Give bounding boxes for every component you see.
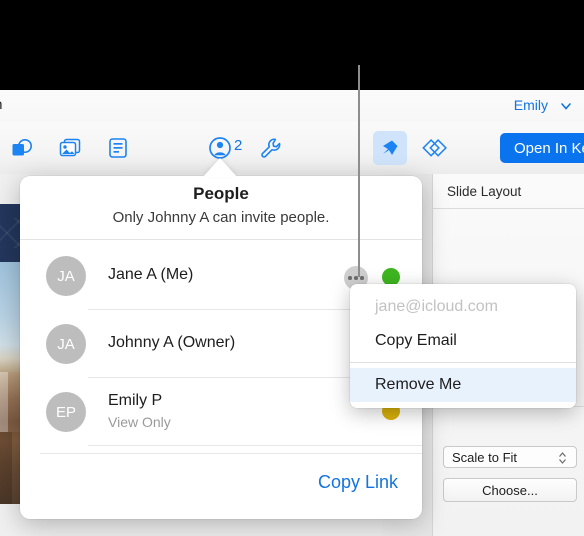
- footer-divider: [40, 453, 422, 454]
- animate-icon[interactable]: [420, 131, 454, 165]
- popover-arrow: [203, 158, 237, 177]
- context-menu-email-label: jane@icloud.com: [375, 298, 498, 315]
- popover-subtitle: Only Johnny A can invite people.: [112, 209, 330, 226]
- chevron-down-icon[interactable]: [560, 100, 572, 112]
- person-role: View Only: [108, 414, 171, 430]
- open-in-keynote-button[interactable]: Open In Keynote: [500, 133, 584, 163]
- context-menu-copy-email[interactable]: Copy Email: [350, 324, 576, 358]
- popover-header: People Only Johnny A can invite people.: [20, 176, 422, 240]
- popover-title: People: [193, 184, 249, 203]
- avatar: JA: [46, 324, 86, 364]
- shape-icon[interactable]: [6, 131, 40, 165]
- copy-link-button[interactable]: Copy Link: [318, 472, 398, 493]
- person-name: Emily P: [108, 392, 163, 409]
- person-name: Johnny A (Owner): [108, 334, 236, 351]
- context-menu-divider: [350, 362, 576, 363]
- dot: [348, 276, 352, 280]
- window-title-bar: ation Emily: [0, 90, 584, 122]
- dot: [360, 276, 364, 280]
- settings-wrench-icon[interactable]: [254, 131, 288, 165]
- context-menu: jane@icloud.com Copy Email Remove Me: [350, 284, 576, 408]
- avatar: JA: [46, 256, 86, 296]
- pointer-annotation-line: [358, 65, 360, 277]
- scale-to-fit-select[interactable]: Scale to Fit: [443, 446, 577, 468]
- row-divider: [88, 445, 422, 446]
- collaborator-count: 2: [234, 137, 243, 154]
- avatar: EP: [46, 392, 86, 432]
- account-name[interactable]: Emily: [514, 97, 548, 113]
- chevron-updown-icon: [558, 450, 572, 464]
- choose-button[interactable]: Choose...: [443, 478, 577, 502]
- screenshot-root: ation Emily: [0, 0, 584, 536]
- text-icon[interactable]: [101, 131, 135, 165]
- screen-top-black-band: [0, 0, 584, 90]
- format-brush-icon[interactable]: [373, 131, 407, 165]
- person-name: Jane A (Me): [108, 266, 194, 283]
- context-menu-remove-me[interactable]: Remove Me: [350, 368, 576, 402]
- scale-to-fit-value: Scale to Fit: [452, 449, 518, 465]
- document-title: ation: [0, 96, 2, 112]
- main-toolbar: 2 Open In Keynote: [0, 122, 584, 206]
- media-icon[interactable]: [54, 131, 88, 165]
- inspector-header: Slide Layout: [433, 174, 584, 209]
